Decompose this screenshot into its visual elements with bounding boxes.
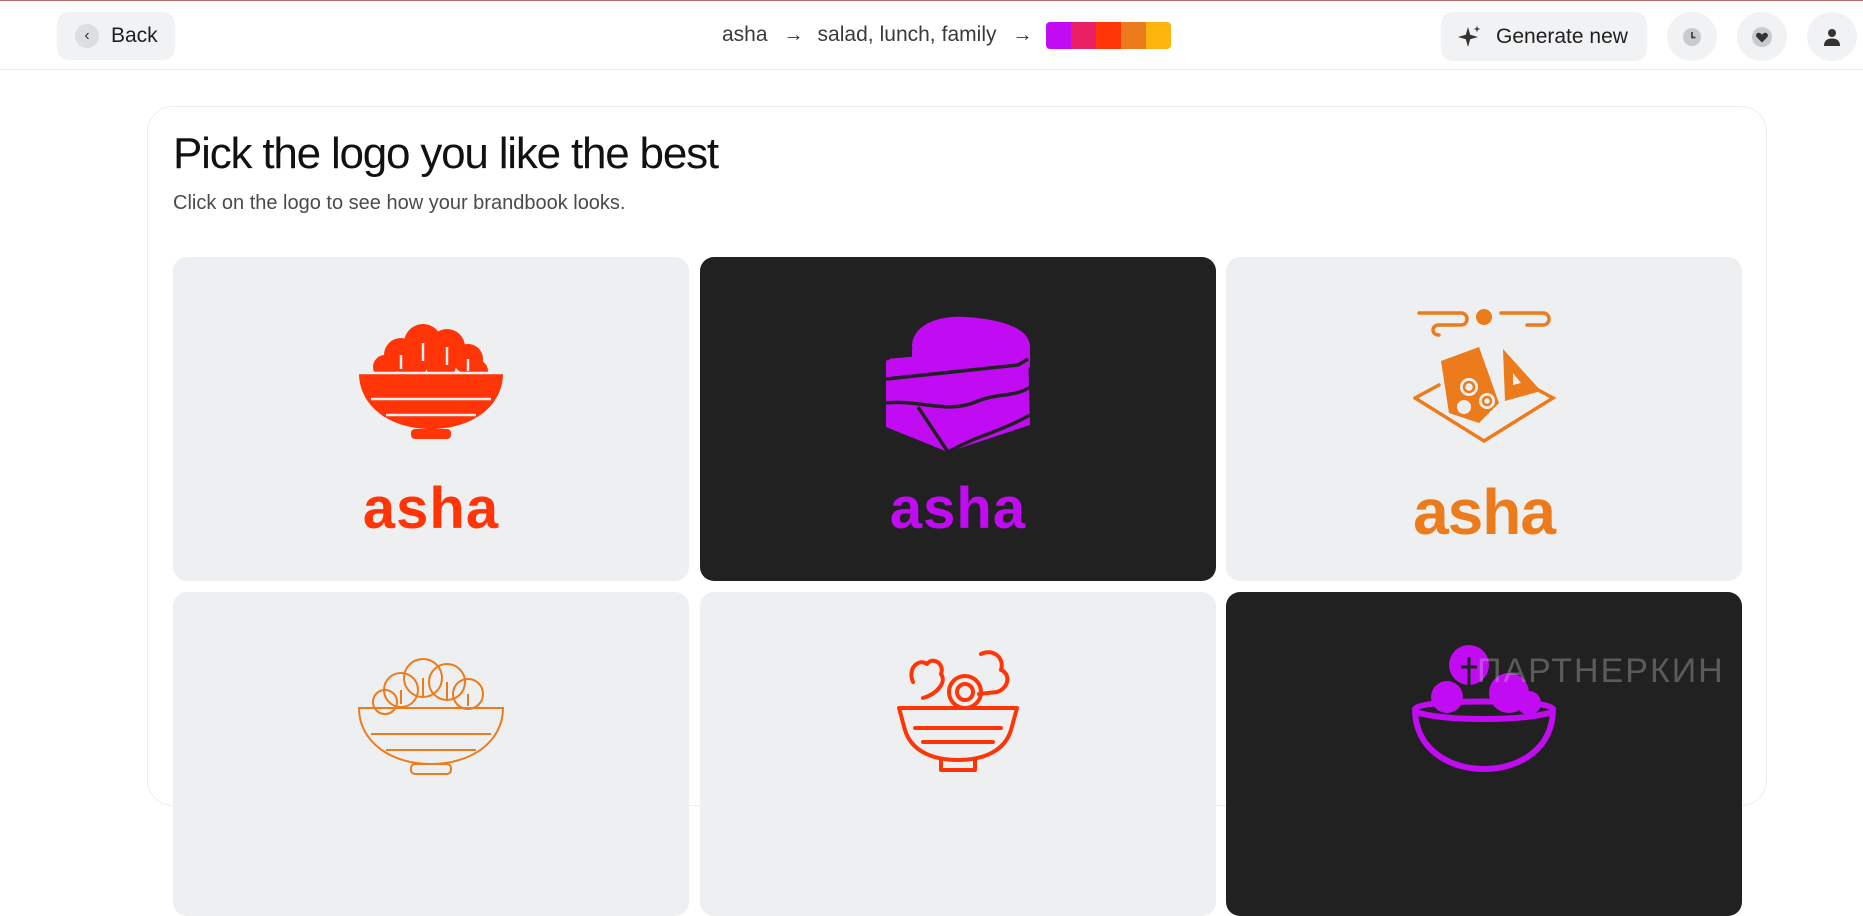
- keyword-1[interactable]: salad,: [818, 23, 874, 47]
- page-subtitle: Click on the logo to see how your brandb…: [173, 192, 626, 214]
- salad-bowl-line-icon: [897, 650, 1019, 772]
- nachos-plate-icon: [1413, 309, 1557, 444]
- history-button[interactable]: [1667, 12, 1717, 61]
- palette-swatch: [1071, 21, 1097, 49]
- outline-salad-bowl-icon: [357, 658, 505, 775]
- favorites-heart-icon: [1752, 26, 1772, 47]
- logo-wordmark: asha: [889, 476, 1027, 541]
- back-label: Back: [111, 24, 158, 47]
- brand-summary-breadcrumb: asha → salad, lunch, family →: [722, 15, 1172, 55]
- generate-new-button[interactable]: Generate new: [1441, 12, 1647, 61]
- favorites-button[interactable]: [1737, 12, 1787, 61]
- brand-name[interactable]: asha: [722, 23, 768, 47]
- arrow-right-icon: →: [1012, 23, 1033, 46]
- logo-wordmark: asha: [1413, 476, 1556, 548]
- arrow-right-icon: →: [783, 23, 804, 46]
- bowl-with-greens-icon: [1411, 645, 1557, 773]
- logo-option-5[interactable]: [700, 592, 1216, 916]
- profile-button[interactable]: [1807, 12, 1857, 61]
- logo-option-6[interactable]: [1226, 592, 1742, 916]
- keyword-2[interactable]: lunch,: [880, 23, 936, 47]
- logo-wordmark: asha: [362, 476, 500, 541]
- color-palette[interactable]: [1046, 21, 1172, 49]
- palette-swatch: [1121, 21, 1147, 49]
- logo-picker-card: Pick the logo you like the best Click on…: [147, 106, 1767, 916]
- logo-option-1[interactable]: asha: [173, 257, 689, 581]
- top-bar: ‹ Back asha → salad, lunch, family → Gen…: [0, 1, 1863, 70]
- back-button[interactable]: ‹ Back: [57, 12, 175, 60]
- user-profile-icon: [1824, 28, 1840, 46]
- back-chevron-icon: ‹: [75, 24, 99, 48]
- logo-option-4[interactable]: [173, 592, 689, 916]
- page-title: Pick the logo you like the best: [173, 129, 719, 178]
- history-clock-icon: [1683, 27, 1701, 46]
- logo-option-2[interactable]: asha: [700, 257, 1216, 581]
- logo-option-3[interactable]: asha: [1226, 257, 1742, 581]
- keyword-3[interactable]: family: [942, 23, 997, 47]
- salad-bowl-icon: [359, 324, 503, 439]
- palette-swatch: [1046, 21, 1072, 49]
- palette-swatch: [1146, 21, 1172, 49]
- palette-swatch: [1096, 21, 1122, 49]
- sparkle-icon: [1458, 25, 1481, 47]
- sandwich-icon: [885, 316, 1032, 454]
- generate-new-label: Generate new: [1496, 24, 1628, 48]
